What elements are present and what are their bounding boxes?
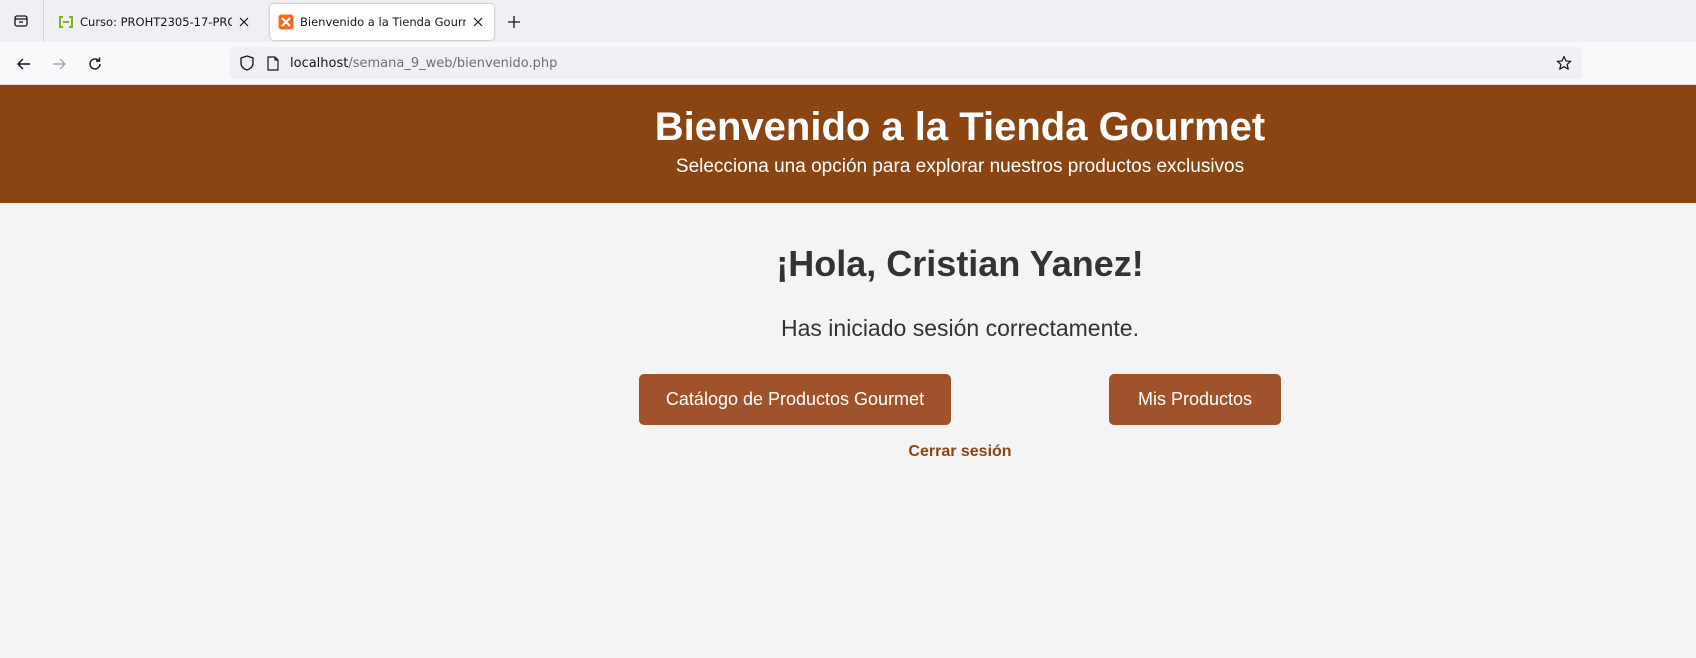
new-tab-plus-icon[interactable] xyxy=(502,10,526,34)
forward-arrow-icon[interactable] xyxy=(45,50,73,78)
url-host: localhost xyxy=(290,55,349,71)
bookmark-star-icon[interactable] xyxy=(1554,53,1574,73)
back-arrow-icon[interactable] xyxy=(10,50,38,78)
shield-icon[interactable] xyxy=(238,54,256,72)
catalog-button[interactable]: Catálogo de Productos Gourmet xyxy=(639,374,951,425)
logout-link[interactable]: Cerrar sesión xyxy=(0,443,1696,461)
tab-title: Bienvenido a la Tienda Gourmet xyxy=(300,15,466,29)
url-path: /semana_9_web/bienvenido.php xyxy=(348,55,558,71)
site-title: Bienvenido a la Tienda Gourmet xyxy=(654,105,1266,149)
my-products-button[interactable]: Mis Productos xyxy=(1109,374,1281,425)
xampp-favicon-icon xyxy=(278,14,294,30)
browser-tab-bar: Curso: PROHT2305-17-PROGRAMACION Bienven… xyxy=(0,0,1696,42)
course-favicon-icon xyxy=(58,14,74,30)
page-icon[interactable] xyxy=(264,54,282,72)
close-tab-icon[interactable] xyxy=(236,14,252,30)
greeting-heading: ¡Hola, Cristian Yanez! xyxy=(776,243,1144,284)
url-text[interactable]: localhost/semana_9_web/bienvenido.php xyxy=(290,56,1554,71)
site-header: Bienvenido a la Tienda Gourmet Seleccion… xyxy=(0,85,1696,203)
tab-title: Curso: PROHT2305-17-PROGRAMACION xyxy=(80,15,232,29)
tab-bienvenido[interactable]: Bienvenido a la Tienda Gourmet xyxy=(270,4,494,40)
site-subtitle: Selecciona una opción para explorar nues… xyxy=(675,156,1245,177)
tab-course[interactable]: Curso: PROHT2305-17-PROGRAMACION xyxy=(50,4,260,40)
tab-separator xyxy=(43,0,44,42)
browser-nav-bar: localhost/semana_9_web/bienvenido.php xyxy=(0,42,1696,85)
page-content: Bienvenido a la Tienda Gourmet Seleccion… xyxy=(0,85,1696,658)
tab-list-icon[interactable] xyxy=(8,8,34,34)
close-tab-icon[interactable] xyxy=(470,14,486,30)
address-bar[interactable]: localhost/semana_9_web/bienvenido.php xyxy=(230,47,1582,79)
reload-icon[interactable] xyxy=(81,50,109,78)
login-status-message: Has iniciado sesión correctamente. xyxy=(781,315,1139,341)
